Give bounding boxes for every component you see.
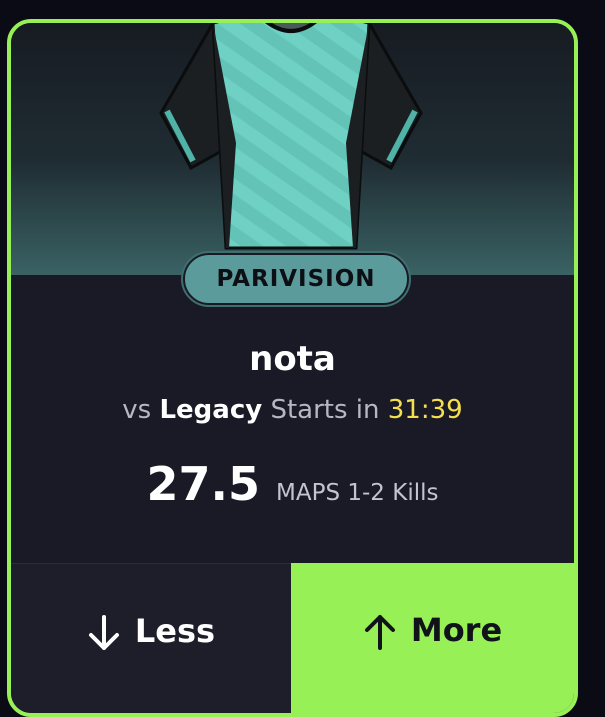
more-button[interactable]: More (291, 563, 574, 713)
card-hero (11, 23, 574, 275)
opponent-name: Legacy (159, 395, 263, 425)
jersey-image (159, 23, 423, 250)
arrow-down-icon (88, 615, 119, 650)
less-button[interactable]: Less (11, 563, 291, 713)
matchup-info: vs Legacy Starts in 31:39 (11, 395, 574, 425)
pick-actions: Less More (11, 563, 574, 713)
projection-line: 27.5 MAPS 1-2 Kills (11, 457, 574, 511)
team-name: PARIVISION (216, 266, 376, 292)
starts-label: Starts in (270, 395, 380, 425)
player-name: nota (249, 339, 336, 379)
projection-card[interactable]: PARIVISION nota vs Legacy Starts in 31:3… (7, 19, 578, 717)
vs-prefix: vs (122, 395, 152, 425)
less-label: Less (134, 612, 216, 650)
line-value: 27.5 (146, 457, 261, 511)
more-label: More (410, 611, 503, 649)
stat-label: MAPS 1-2 Kills (276, 480, 439, 506)
team-badge: PARIVISION (181, 251, 411, 307)
countdown-timer: 31:39 (387, 395, 463, 425)
arrow-up-icon (364, 615, 395, 650)
